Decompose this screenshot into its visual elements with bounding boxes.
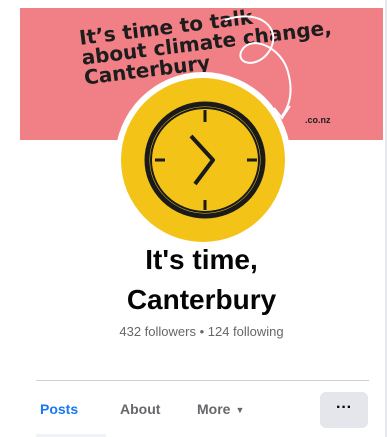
tab-about[interactable]: About [120, 401, 160, 417]
tab-posts-label: Posts [40, 401, 79, 417]
avatar[interactable] [115, 72, 291, 248]
tab-more[interactable]: More ▼ [197, 401, 244, 417]
caret-down-icon: ▼ [235, 405, 245, 415]
more-options-button[interactable]: ··· [320, 392, 368, 428]
clock-icon [144, 101, 266, 219]
page-title-line1: It's time, [145, 244, 258, 275]
page-title-line2: Canterbury [126, 284, 277, 315]
follower-stats: 432 followers • 124 following [119, 324, 284, 339]
tab-more-label: More [197, 401, 231, 417]
left-gutter [0, 0, 20, 437]
avatar-image [121, 78, 285, 242]
divider [36, 380, 369, 381]
tab-posts[interactable]: Posts [40, 401, 78, 417]
cover-url-suffix: .co.nz [305, 115, 331, 125]
tab-about-label: About [120, 401, 161, 417]
